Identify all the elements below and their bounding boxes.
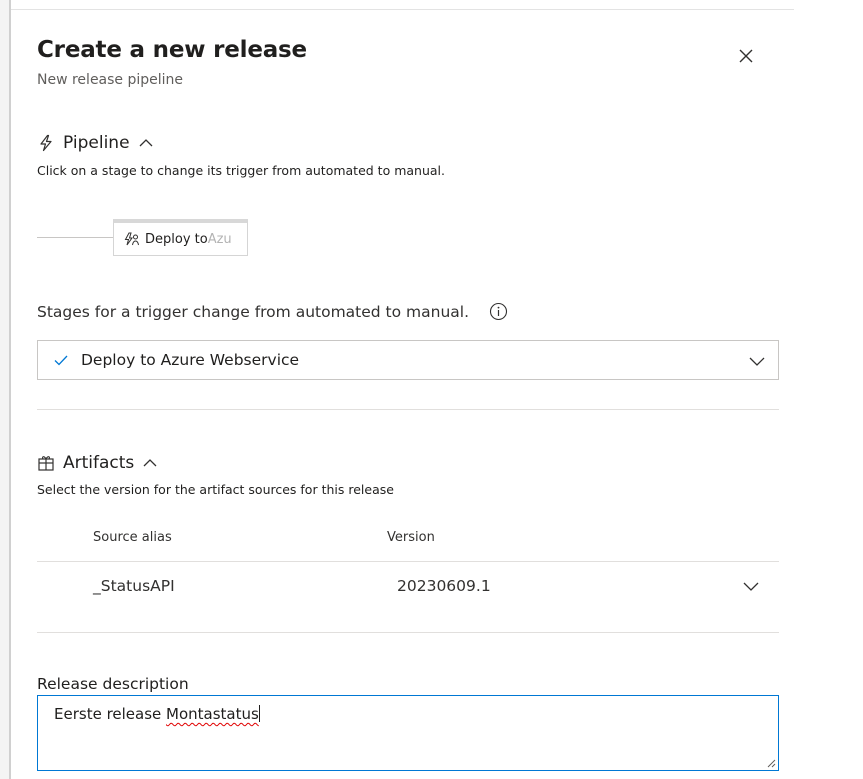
chevron-down-icon[interactable] <box>742 578 760 594</box>
artifact-version-select[interactable]: 20230609.1 <box>397 577 491 595</box>
dropdown-selected-value: Deploy to Azure Webservice <box>81 351 300 369</box>
artifact-gift-icon <box>38 456 54 471</box>
pipeline-heading: Pipeline <box>63 133 130 153</box>
release-description-textarea[interactable]: Eerste release Montastatus <box>37 695 779 771</box>
info-icon[interactable] <box>489 302 508 321</box>
artifacts-heading: Artifacts <box>63 453 135 473</box>
trigger-label-text: Stages for a trigger change from automat… <box>37 302 470 321</box>
checkmark-icon <box>54 355 68 366</box>
trigger-stages-label: Stages for a trigger change from automat… <box>37 302 508 321</box>
stage-deploy-to-azure[interactable]: Deploy to Azu <box>113 219 248 256</box>
table-header-divider <box>37 561 779 562</box>
left-background-strip <box>0 0 11 779</box>
chevron-up-icon[interactable] <box>142 455 158 471</box>
release-description-label: Release description <box>37 675 189 693</box>
artifact-source-alias: _StatusAPI <box>93 577 175 595</box>
stage-label-faded: Azu <box>207 231 232 247</box>
chevron-up-icon[interactable] <box>138 135 154 151</box>
stage-label: Deploy to <box>145 231 208 247</box>
artifacts-section-header: Artifacts <box>37 453 158 473</box>
pipeline-description: Click on a stage to change its trigger f… <box>37 163 445 178</box>
artifacts-description: Select the version for the artifact sour… <box>37 482 394 497</box>
panel-top-border <box>11 9 794 10</box>
pipeline-section-header: Pipeline <box>37 133 154 153</box>
chevron-down-icon <box>749 357 765 366</box>
section-divider <box>37 632 779 633</box>
textarea-misspelled-word: Montastatus <box>166 705 259 723</box>
column-header-source-alias: Source alias <box>93 530 172 545</box>
panel-subtitle: New release pipeline <box>37 72 184 88</box>
trigger-stages-dropdown[interactable]: Deploy to Azure Webservice <box>37 340 779 380</box>
section-divider <box>37 409 779 410</box>
column-header-version: Version <box>387 530 435 545</box>
textarea-text: Eerste release <box>54 705 167 723</box>
pipeline-connector <box>37 237 113 238</box>
stage-deploy-icon <box>124 232 139 245</box>
lightning-icon <box>40 134 52 152</box>
panel-title: Create a new release <box>37 37 307 63</box>
close-icon[interactable] <box>733 43 759 69</box>
resize-grip-icon[interactable] <box>766 758 776 768</box>
text-caret <box>258 705 260 722</box>
